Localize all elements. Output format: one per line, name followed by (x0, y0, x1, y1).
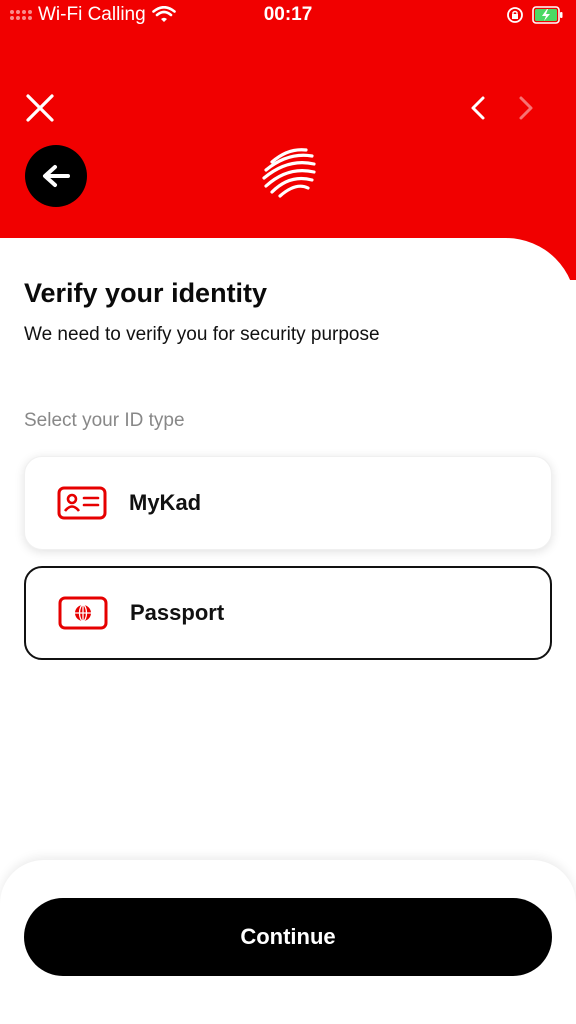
option-mykad[interactable]: MyKad (24, 456, 552, 550)
option-label: MyKad (129, 490, 202, 515)
option-passport[interactable]: Passport (24, 566, 552, 660)
status-time: 00:17 (263, 4, 313, 25)
id-card-icon (57, 486, 107, 520)
close-icon[interactable] (22, 90, 58, 126)
battery-charging-icon (532, 6, 563, 24)
status-bar: Wi-Fi Calling 00:17 (0, 0, 576, 34)
page-title: Verify your identity (24, 278, 268, 308)
footer-panel: Continue (0, 860, 576, 1024)
back-button[interactable] (25, 145, 87, 207)
option-label: Passport (130, 600, 225, 625)
chevron-left-icon[interactable] (466, 94, 490, 122)
arrow-left-icon (43, 165, 70, 187)
passport-icon (58, 596, 108, 630)
chevron-right-icon[interactable] (514, 94, 538, 122)
brand-swirl-logo (262, 148, 316, 198)
continue-button[interactable]: Continue (24, 898, 552, 976)
id-type-label: Select your ID type (24, 410, 185, 431)
status-right (506, 6, 564, 24)
orientation-lock-icon (507, 7, 523, 23)
page-subtitle: We need to verify you for security purpo… (24, 324, 380, 345)
